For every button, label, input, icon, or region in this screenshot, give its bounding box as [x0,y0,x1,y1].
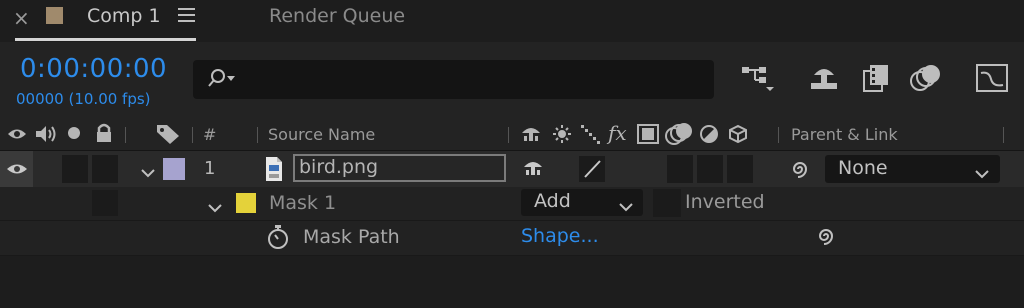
motion-blur-icon[interactable] [908,63,942,97]
column-divider [125,127,126,143]
motion-blur-switch[interactable] [667,155,693,183]
frame-rate-info: 00000 (10.00 fps) [16,90,151,108]
column-divider [192,127,193,143]
adjustment-layer-switch[interactable] [697,155,723,183]
mask-path-row[interactable] [0,221,1024,256]
3d-layer-switch[interactable] [727,155,753,183]
lock-column-icon[interactable] [94,122,114,148]
current-time-display[interactable]: 0:00:00:00 [20,54,167,84]
quality-switch[interactable] [579,156,605,182]
expand-mask-chevron-icon[interactable] [207,198,223,217]
adjustment-layer-header-icon[interactable] [699,124,719,148]
chevron-down-icon[interactable] [975,164,989,183]
chevron-down-icon[interactable] [619,197,633,216]
source-name-column-header[interactable]: Source Name [268,125,375,144]
mask-path-label: Mask Path [303,226,400,248]
active-tab-indicator [15,38,196,41]
mask-path-shape-link[interactable]: Shape... [521,225,599,247]
label-column-icon[interactable] [155,123,181,149]
pick-whip-icon[interactable] [788,158,812,184]
mask-inverted-checkbox[interactable] [653,189,681,217]
audio-toggle[interactable] [62,155,88,183]
frame-blend-header-icon[interactable] [636,123,660,149]
search-input[interactable] [193,60,714,99]
layer-index: 1 [204,158,216,179]
shy-switch-header-icon[interactable] [520,124,542,148]
video-visibility-column-icon[interactable] [7,124,27,148]
motion-blur-header-icon[interactable] [664,122,694,150]
collapse-transform-header-icon[interactable] [552,124,572,148]
column-divider [508,127,509,143]
column-divider [1003,127,1004,143]
image-file-icon [264,156,284,186]
layer-label-color[interactable] [163,158,185,180]
shy-switch-icon[interactable] [522,158,544,182]
mask-mode-value[interactable]: Add [534,190,571,212]
comp-label-swatch [46,7,63,24]
mask-label-color[interactable] [236,193,256,213]
search-icon[interactable] [205,67,237,93]
solo-toggle[interactable] [92,155,118,183]
column-divider [257,127,258,143]
parent-select-value[interactable]: None [838,157,888,179]
expand-layer-chevron-icon[interactable] [140,163,156,182]
number-column-header[interactable]: # [203,125,216,144]
parent-link-column-header[interactable]: Parent & Link [791,125,898,144]
mask-lock-toggle[interactable] [92,190,118,216]
tab-comp-1[interactable]: Comp 1 [87,5,161,27]
tab-menu-icon[interactable] [178,8,195,26]
mask-row[interactable] [0,187,1024,221]
graph-editor-icon[interactable] [975,63,1009,97]
effects-header-icon[interactable]: fx [608,121,627,145]
mask-inverted-label: Inverted [685,191,765,213]
composition-flowchart-icon[interactable] [740,63,776,97]
stopwatch-icon[interactable] [266,224,290,254]
frame-blending-icon[interactable] [860,63,892,97]
3d-layer-header-icon[interactable] [728,124,748,148]
shy-layers-icon[interactable] [808,63,840,97]
property-pick-whip-icon[interactable] [814,225,838,251]
solo-column-icon[interactable] [68,127,80,139]
column-divider [778,127,779,143]
audio-column-icon[interactable] [34,124,60,148]
quality-header-icon[interactable] [580,124,602,148]
tab-render-queue[interactable]: Render Queue [269,5,405,27]
video-visibility-toggle-icon[interactable] [6,160,28,182]
mask-name[interactable]: Mask 1 [269,192,336,214]
close-tab-button[interactable]: × [13,6,30,30]
layer-name[interactable]: bird.png [299,156,378,178]
